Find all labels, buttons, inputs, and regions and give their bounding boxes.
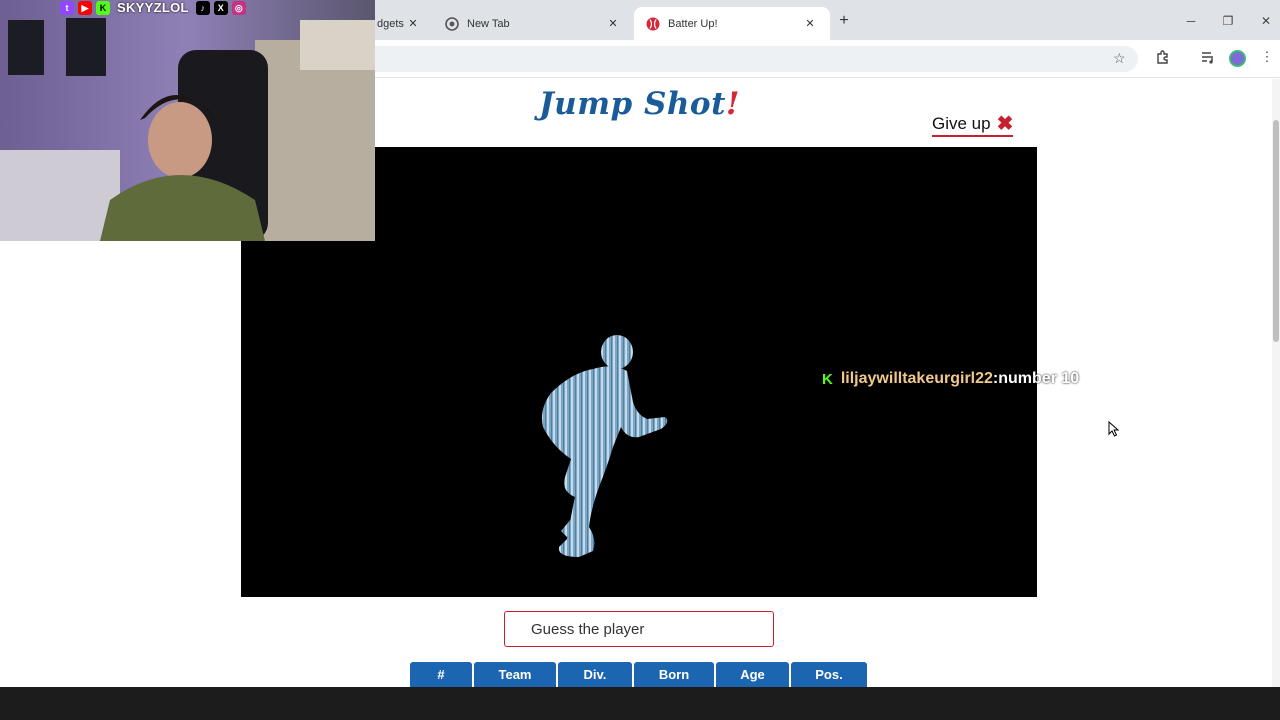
chrome-icon — [445, 16, 459, 31]
chat-text: number 10 — [998, 370, 1080, 387]
chat-username: liljaywilltakeurgirl22 — [840, 370, 993, 387]
tiktok-icon: ♪ — [195, 0, 210, 15]
column-header-number: # — [410, 662, 472, 687]
bookmark-star-icon[interactable]: ☆ — [1113, 50, 1126, 67]
tab-label: dgets — [377, 17, 404, 30]
x-icon: X — [213, 0, 228, 15]
youtube-icon: ▶ — [78, 0, 92, 15]
column-header-born: Born — [634, 662, 714, 687]
restore-icon[interactable]: ❐ — [1221, 14, 1235, 28]
tab-label: Batter Up! — [668, 17, 718, 30]
profile-avatar[interactable] — [1229, 50, 1246, 67]
tab-new-tab[interactable]: New Tab ✕ — [433, 7, 633, 40]
social-handles: t ▶ K SKYYZLOL ♪ X ◎ — [60, 0, 246, 15]
game-title: Jump Shot! — [539, 86, 740, 122]
close-icon[interactable]: ✕ — [605, 16, 621, 32]
minimize-icon[interactable]: ─ — [1184, 14, 1198, 28]
kick-logo-icon: K — [96, 0, 110, 15]
tab-batter-up[interactable]: Batter Up! ✕ — [634, 7, 830, 40]
instagram-icon: ◎ — [231, 0, 246, 15]
close-icon[interactable]: ✕ — [405, 16, 421, 32]
window-close-icon[interactable]: ✕ — [1259, 14, 1273, 28]
streamer-handle: SKYYZLOL — [117, 0, 189, 15]
address-bar[interactable] — [360, 46, 1138, 72]
extensions-icon[interactable] — [1155, 49, 1171, 65]
os-taskbar — [0, 687, 1280, 720]
tab-label: New Tab — [467, 17, 510, 30]
stream-chat-message: K liljaywilltakeurgirl22 : number 10 — [822, 370, 1079, 388]
column-header-age: Age — [716, 662, 789, 687]
screen: dgets ✕ New Tab ✕ Batter Up! ✕ + ─ ❐ ✕ ☆ — [0, 0, 1280, 720]
column-header-division: Div. — [558, 662, 632, 687]
webcam-overlay: t ▶ K SKYYZLOL ♪ X ◎ — [0, 0, 375, 241]
kick-icon: K — [822, 370, 833, 388]
close-icon[interactable]: ✕ — [802, 16, 818, 32]
guess-player-input[interactable] — [504, 611, 774, 647]
give-up-label: Give up — [932, 114, 991, 133]
twitch-icon: t — [60, 0, 74, 15]
scrollbar-thumb[interactable] — [1273, 120, 1279, 342]
tab-widgets[interactable]: dgets ✕ — [365, 7, 433, 40]
title-exclamation: ! — [725, 86, 741, 122]
new-tab-icon[interactable]: + — [836, 13, 852, 29]
mouse-cursor-icon — [1108, 421, 1120, 437]
media-queue-icon[interactable] — [1200, 49, 1216, 65]
webcam-feed-image — [0, 0, 375, 241]
column-header-position: Pos. — [791, 662, 867, 687]
give-up-button[interactable]: Give up ✖ — [932, 113, 1014, 137]
close-x-icon: ✖ — [996, 113, 1014, 135]
title-text: Jump Shot — [539, 86, 726, 122]
more-menu-icon[interactable]: ⋮ — [1259, 49, 1275, 65]
column-header-team: Team — [474, 662, 556, 687]
baseball-icon — [646, 17, 660, 31]
